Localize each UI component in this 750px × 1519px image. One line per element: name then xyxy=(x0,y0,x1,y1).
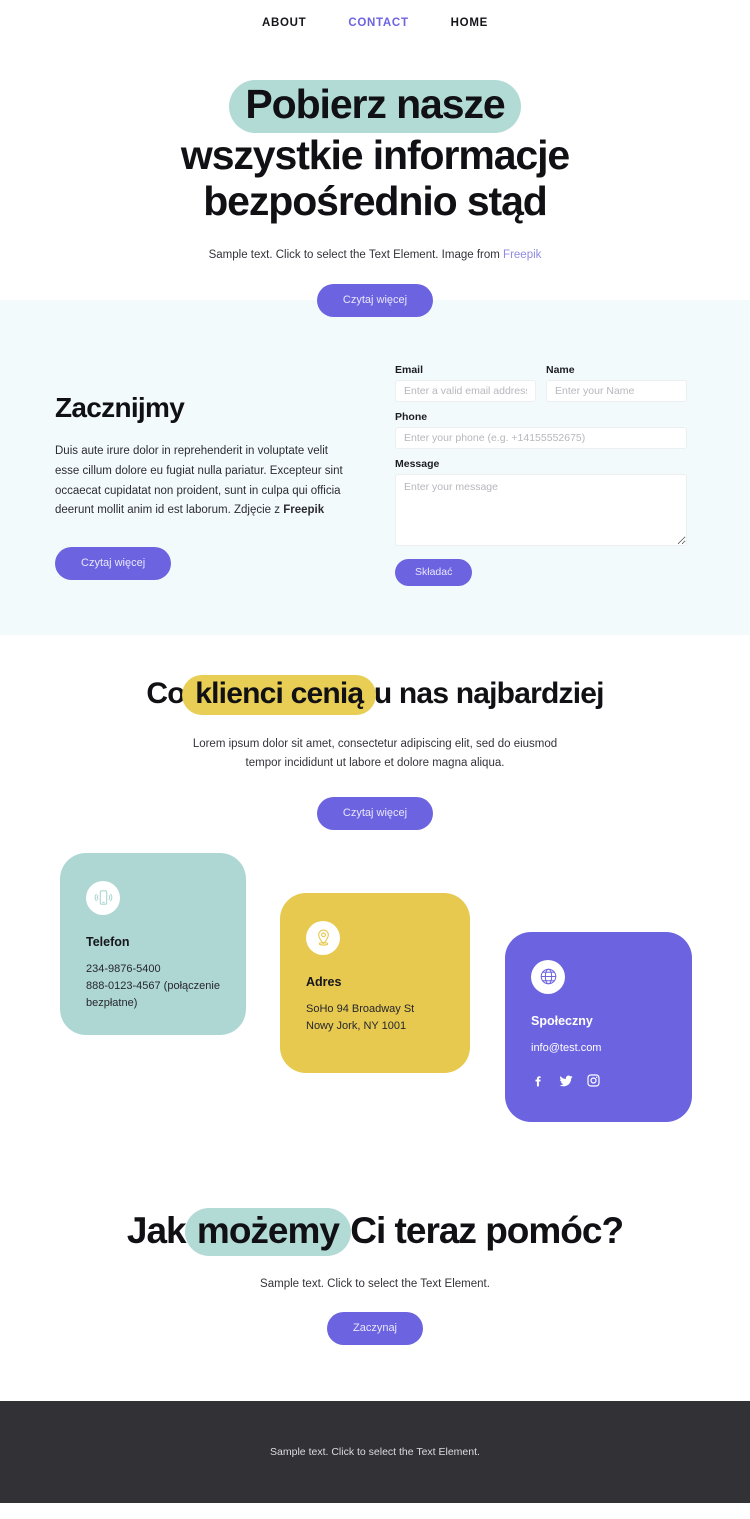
card-telefon-title: Telefon xyxy=(86,934,130,949)
name-label: Name xyxy=(546,364,575,376)
card-adres-text: SoHo 94 Broadway St Nowy Jork, NY 1001 xyxy=(306,1002,415,1032)
testimonials-section: Co klienci cenią u nas najbardziej Lorem… xyxy=(0,635,750,830)
hero-subtitle: Sample text. Click to select the Text El… xyxy=(0,247,750,264)
card-spoleczny-text: info@test.com xyxy=(531,1041,602,1054)
cta-button-wrap: Zaczynaj xyxy=(0,1312,750,1346)
message-field-group: Message xyxy=(395,458,687,546)
globe-icon xyxy=(531,959,565,994)
contact-heading: Zacznijmy xyxy=(55,392,185,423)
nav-link-about[interactable]: ABOUT xyxy=(262,17,306,29)
testimonials-subtitle: Lorem ipsum dolor sit amet, consectetur … xyxy=(192,738,558,769)
nav-link-contact[interactable]: CONTACT xyxy=(348,17,408,29)
contact-read-more-button[interactable]: Czytaj więcej xyxy=(55,547,172,581)
footer-text: Sample text. Click to select the Text El… xyxy=(270,1446,480,1459)
phone-input[interactable] xyxy=(395,427,687,449)
phone-label: Phone xyxy=(395,411,428,423)
message-label: Message xyxy=(395,458,440,470)
name-field-group: Name xyxy=(546,364,687,402)
card-telefon: Telefon 234-9876-5400 888-0123-4567 (poł… xyxy=(60,852,246,1035)
hero-title: Pobierz nasze wszystkie informacje bezpo… xyxy=(55,80,695,225)
cta-title-after: Ci teraz pomóc? xyxy=(340,1209,624,1251)
cta-section: Jak możemy Ci teraz pomóc? Sample text. … xyxy=(0,1141,750,1402)
testimonials-button-wrap: Czytaj więcej xyxy=(0,796,750,830)
submit-button[interactable]: Składać xyxy=(395,559,473,586)
contact-cards-section: Telefon 234-9876-5400 888-0123-4567 (poł… xyxy=(0,841,750,1142)
testimonials-title: Co klienci cenią u nas najbardziej xyxy=(115,675,635,715)
contact-paragraph-bold: Freepik xyxy=(283,504,325,517)
hero-title-rest: wszystkie informacje bezpośrednio stąd xyxy=(180,131,570,224)
contact-intro: Zacznijmy Duis aute irure dolor in repre… xyxy=(55,358,355,635)
hero-button-wrap: Czytaj więcej xyxy=(0,283,750,317)
email-label: Email xyxy=(395,364,424,376)
submit-button-wrap: Składać xyxy=(395,559,687,586)
contact-form: Email Name Phone Message Składać xyxy=(395,358,687,635)
hero-title-highlight: Pobierz nasze xyxy=(229,80,521,133)
message-textarea[interactable] xyxy=(395,474,687,546)
testimonials-title-highlight: klienci cenią xyxy=(182,675,377,715)
testimonials-read-more-button[interactable]: Czytaj więcej xyxy=(316,796,434,830)
social-links xyxy=(531,1073,666,1089)
card-adres: Adres SoHo 94 Broadway St Nowy Jork, NY … xyxy=(280,892,470,1073)
testimonials-title-after: u nas najbardziej xyxy=(366,677,605,710)
contact-paragraph: Duis aute irure dolor in reprehenderit i… xyxy=(55,442,355,521)
footer: Sample text. Click to select the Text El… xyxy=(0,1401,750,1504)
cta-start-button[interactable]: Zaczynaj xyxy=(326,1312,424,1346)
facebook-icon[interactable] xyxy=(531,1073,546,1088)
twitter-icon[interactable] xyxy=(558,1073,574,1089)
name-input[interactable] xyxy=(546,380,687,402)
location-pin-icon xyxy=(306,920,340,955)
phone-field-group: Phone xyxy=(395,411,687,449)
hero-subtitle-text: Sample text. Click to select the Text El… xyxy=(208,248,500,261)
email-field-group: Email xyxy=(395,364,536,402)
card-spoleczny: Społeczny info@test.com xyxy=(505,931,692,1122)
cta-title: Jak możemy Ci teraz pomóc? xyxy=(95,1207,655,1257)
card-telefon-text: 234-9876-5400 888-0123-4567 (połączenie … xyxy=(86,962,220,1010)
cta-title-highlight: możemy xyxy=(184,1207,351,1257)
cta-subtitle: Sample text. Click to select the Text El… xyxy=(260,1278,490,1291)
main-navigation: ABOUT CONTACT HOME xyxy=(0,0,750,46)
hero-freepik-link[interactable]: Freepik xyxy=(503,249,541,261)
nav-link-home[interactable]: HOME xyxy=(451,17,488,29)
card-adres-title: Adres xyxy=(306,974,342,989)
card-spoleczny-title: Społeczny xyxy=(531,1013,593,1028)
mobile-phone-icon xyxy=(86,880,120,915)
instagram-icon[interactable] xyxy=(586,1073,601,1088)
email-input[interactable] xyxy=(395,380,536,402)
contact-section: Zacznijmy Duis aute irure dolor in repre… xyxy=(0,300,750,635)
hero-section: Pobierz nasze wszystkie informacje bezpo… xyxy=(0,46,750,317)
hero-read-more-button[interactable]: Czytaj więcej xyxy=(316,283,434,317)
